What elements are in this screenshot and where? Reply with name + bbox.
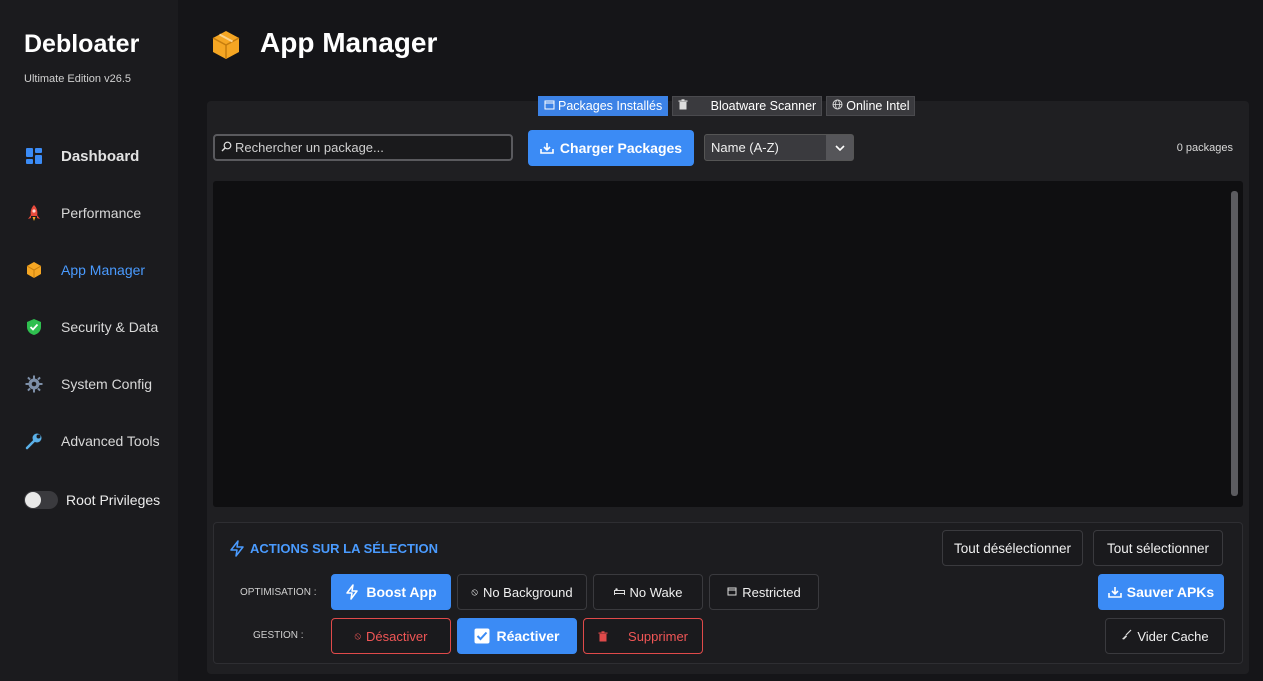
chevron-down-icon — [826, 135, 853, 160]
app-name: Debloater — [24, 30, 140, 58]
page-title: App Manager — [260, 27, 438, 58]
gear-icon — [24, 374, 44, 394]
root-privileges-label: Root Privileges — [66, 492, 161, 508]
broom-icon — [1121, 629, 1132, 643]
gestion-label: GESTION : — [253, 630, 304, 641]
trash-icon — [678, 99, 688, 113]
sidebar-item-label: App Manager — [61, 262, 146, 278]
package-icon — [727, 586, 737, 599]
sidebar-item-system-config[interactable]: System Config — [24, 370, 174, 398]
sidebar-item-app-manager[interactable]: App Manager — [24, 256, 174, 284]
restricted-label: Restricted — [742, 584, 801, 600]
sort-select[interactable]: Name (A-Z) — [704, 134, 854, 161]
reenable-button[interactable]: Réactiver — [457, 618, 577, 654]
sidebar-item-advanced-tools[interactable]: Advanced Tools — [24, 427, 174, 455]
sidebar-item-label: Advanced Tools — [61, 433, 160, 449]
sidebar-item-security[interactable]: Security & Data — [24, 313, 174, 341]
restricted-button[interactable]: Restricted — [709, 574, 819, 610]
search-input-wrapper — [213, 134, 513, 161]
no-wake-label: No Wake — [629, 584, 683, 600]
tab-label: Packages Installés — [558, 99, 663, 113]
download-icon — [1107, 586, 1122, 598]
actions-title-text: ACTIONS SUR LA SÉLECTION — [250, 541, 439, 556]
sidebar-item-label: Security & Data — [61, 319, 159, 335]
tab-online-intel[interactable]: Online Intel — [826, 96, 916, 116]
save-apks-label: Sauver APKs — [1126, 584, 1215, 600]
optimisation-label: OPTIMISATION : — [240, 587, 317, 598]
deselect-all-label: Tout désélectionner — [953, 540, 1072, 556]
package-list-scrollbar[interactable] — [1231, 191, 1238, 496]
select-all-label: Tout sélectionner — [1106, 540, 1210, 556]
sort-select-value: Name (A-Z) — [711, 140, 779, 155]
save-apks-button[interactable]: Sauver APKs — [1098, 574, 1224, 610]
delete-button[interactable]: Supprimer — [583, 618, 703, 654]
load-packages-button[interactable]: Charger Packages — [528, 130, 694, 166]
dashboard-grid-icon — [24, 146, 44, 166]
no-wake-button[interactable]: No Wake — [593, 574, 703, 610]
sidebar-item-performance[interactable]: Performance — [24, 199, 174, 227]
sidebar: Debloater Ultimate Edition v26.5 Dashboa… — [0, 0, 178, 681]
tab-packages-installes[interactable]: Packages Installés — [538, 96, 669, 116]
disable-button[interactable]: ⦸ Désactiver — [331, 618, 451, 654]
package-box-icon — [24, 260, 44, 280]
tab-bar: Packages Installés Bloatware Scanner Onl… — [538, 96, 919, 116]
checkbox-checked-icon — [474, 628, 490, 644]
package-box-icon — [210, 29, 242, 61]
shield-check-icon — [24, 317, 44, 337]
sidebar-item-dashboard[interactable]: Dashboard — [24, 142, 174, 170]
prohibited-icon: ⦸ — [471, 586, 478, 598]
reenable-label: Réactiver — [496, 628, 560, 644]
load-packages-label: Charger Packages — [559, 140, 683, 156]
disable-label: Désactiver — [366, 628, 428, 644]
search-icon — [221, 139, 232, 157]
clear-cache-label: Vider Cache — [1137, 628, 1209, 644]
boost-app-button[interactable]: Boost App — [331, 574, 451, 610]
sidebar-item-label: Dashboard — [61, 147, 140, 165]
lightning-icon — [345, 584, 359, 600]
download-icon — [540, 142, 554, 154]
tab-label: Bloatware Scanner — [710, 99, 817, 113]
clear-cache-button[interactable]: Vider Cache — [1105, 618, 1225, 654]
deselect-all-button[interactable]: Tout désélectionner — [942, 530, 1083, 566]
select-all-button[interactable]: Tout sélectionner — [1093, 530, 1223, 566]
no-background-label: No Background — [482, 584, 573, 600]
sidebar-item-label: Performance — [61, 205, 142, 221]
root-privileges-row: Root Privileges — [24, 491, 160, 509]
actions-title: ACTIONS SUR LA SÉLECTION — [229, 540, 438, 557]
search-input[interactable] — [235, 140, 505, 155]
lightning-icon — [229, 540, 250, 557]
package-list[interactable] — [213, 181, 1243, 507]
prohibited-icon: ⦸ — [354, 630, 362, 642]
delete-label: Supprimer — [628, 628, 688, 644]
globe-icon — [832, 99, 843, 113]
no-background-button[interactable]: ⦸ No Background — [457, 574, 587, 610]
wrench-icon — [24, 431, 44, 451]
root-privileges-toggle[interactable] — [24, 491, 58, 509]
package-count: 0 packages — [1176, 142, 1233, 154]
boost-app-label: Boost App — [366, 584, 437, 600]
rocket-icon — [24, 203, 44, 223]
package-icon — [544, 99, 555, 113]
app-edition: Ultimate Edition v26.5 — [24, 73, 131, 85]
bed-icon — [613, 587, 625, 598]
tab-bloatware-scanner[interactable]: Bloatware Scanner — [672, 96, 823, 116]
sidebar-item-label: System Config — [61, 376, 153, 392]
tab-label: Online Intel — [846, 99, 910, 113]
trash-icon — [598, 630, 608, 642]
